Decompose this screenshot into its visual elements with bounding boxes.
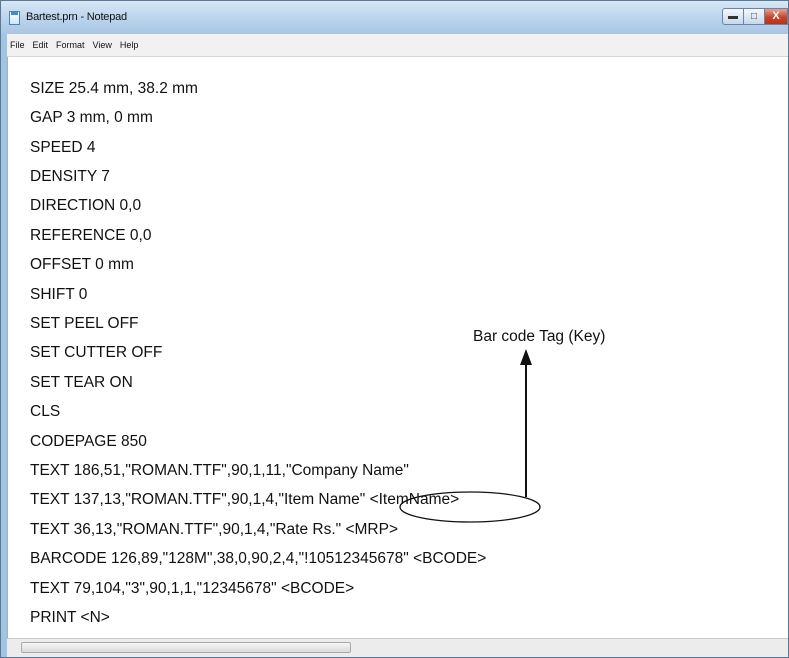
code-line: TEXT 186,51,"ROMAN.TTF",90,1,11,"Company… [30,462,409,479]
notepad-icon[interactable] [9,11,20,25]
maximize-button[interactable]: □ [743,8,765,25]
close-button[interactable]: X [764,8,788,25]
code-line: OFFSET 0 mm [30,256,134,273]
minimize-icon: ▬ [728,11,738,22]
code-line: SET TEAR ON [30,374,133,391]
menu-bar: File Edit Format View Help [7,34,788,57]
code-line: DIRECTION 0,0 [30,197,142,214]
code-line: BARCODE 126,89,"128M",38,0,90,2,4,"!1051… [30,550,487,567]
menu-file[interactable]: File [7,40,29,50]
scrollbar-thumb[interactable] [21,642,351,653]
code-line: SET CUTTER OFF [30,344,163,361]
code-line: REFERENCE 0,0 [30,227,152,244]
minimize-button[interactable]: ▬ [722,8,744,25]
code-line: SHIFT 0 [30,286,88,303]
code-line: PRINT <N> [30,609,110,626]
code-line: TEXT 79,104,"3",90,1,1,"12345678" <BCODE… [30,580,355,597]
code-line: SET PEEL OFF [30,315,139,332]
window-title: Bartest.prn - Notepad [26,11,127,23]
code-line: TEXT 137,13,"ROMAN.TTF",90,1,4,"Item Nam… [30,491,460,508]
notepad-window: Bartest.prn - Notepad ▬ □ X File Edit Fo… [0,0,789,658]
menu-format[interactable]: Format [52,40,89,50]
barcode-tag-annotation: Bar code Tag (Key) [473,328,606,345]
title-bar[interactable]: Bartest.prn - Notepad ▬ □ X [1,1,788,34]
maximize-icon: □ [750,11,758,22]
close-icon: X [772,10,780,22]
code-line: SIZE 25.4 mm, 38.2 mm [30,80,198,97]
code-line: GAP 3 mm, 0 mm [30,109,153,126]
code-line: TEXT 36,13,"ROMAN.TTF",90,1,4,"Rate Rs."… [30,521,399,538]
code-line: CODEPAGE 850 [30,433,147,450]
menu-edit[interactable]: Edit [29,40,53,50]
horizontal-scrollbar[interactable] [7,638,788,657]
caption-buttons: ▬ □ X [722,8,788,26]
text-editor[interactable]: SIZE 25.4 mm, 38.2 mm GAP 3 mm, 0 mm SPE… [7,57,788,639]
menu-help[interactable]: Help [116,40,143,50]
menu-view[interactable]: View [89,40,116,50]
code-line: CLS [30,403,61,420]
code-line: DENSITY 7 [30,168,110,185]
code-line: SPEED 4 [30,139,96,156]
